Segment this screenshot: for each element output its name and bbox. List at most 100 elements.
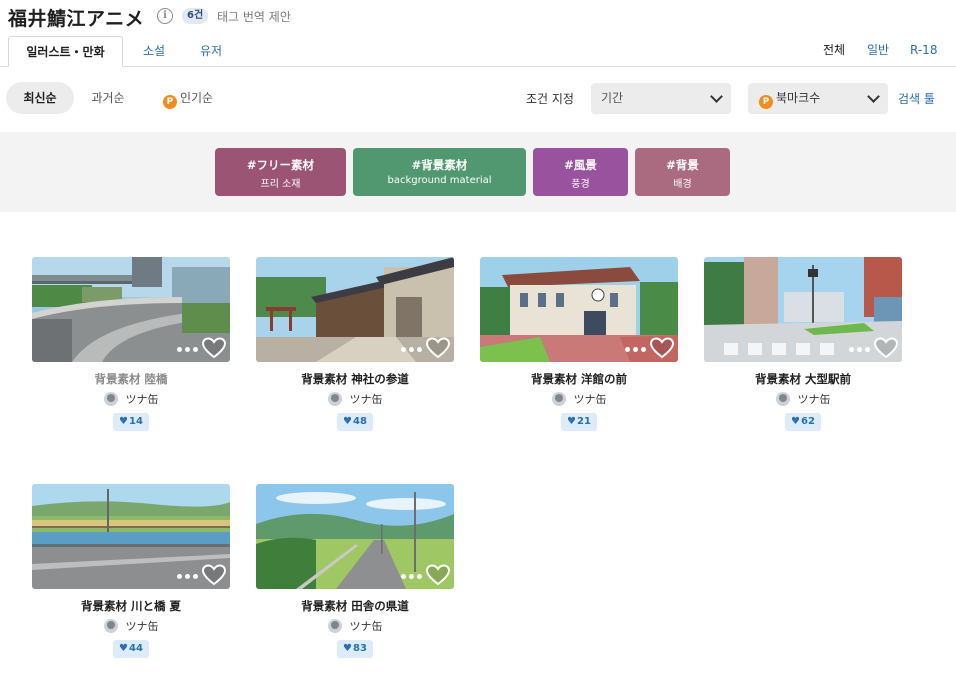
work-card: 背景素材 洋館の前 ツナ缶 ♥21	[480, 257, 678, 431]
work-title[interactable]: 背景素材 神社の参道	[256, 371, 454, 387]
like-count: 62	[801, 416, 815, 427]
work-thumbnail[interactable]	[256, 484, 454, 589]
heart-icon: ♥	[119, 643, 129, 654]
premium-icon: P	[162, 95, 177, 109]
avatar	[103, 392, 118, 406]
heart-icon: ♥	[119, 416, 129, 427]
related-tag-translation: background material	[387, 175, 492, 186]
avatar	[327, 619, 342, 633]
avatar	[327, 392, 342, 406]
related-tag-background[interactable]: #背景 배경	[635, 148, 730, 196]
heart-icon: ♥	[343, 643, 353, 654]
period-select-value: 기간	[601, 91, 624, 105]
heart-icon: ♥	[343, 416, 353, 427]
related-tag-name: #背景素材	[411, 158, 468, 172]
search-tool-link[interactable]: 검색 툴	[898, 90, 935, 107]
more-options-icon[interactable]	[401, 574, 422, 579]
more-options-icon[interactable]	[177, 574, 198, 579]
like-count-badge: ♥62	[785, 413, 821, 431]
author-name: ツナ缶	[349, 393, 383, 406]
suggest-translation-link[interactable]: 태그 번역 제안	[217, 8, 291, 25]
related-tag-name: #背景	[666, 158, 699, 172]
sort-latest-button[interactable]: 최신순	[6, 82, 74, 114]
author-name: ツナ缶	[349, 620, 383, 633]
sort-popular-label: 인기순	[179, 91, 214, 105]
bookmark-count-select[interactable]: P 북마크수	[748, 83, 888, 114]
related-tag-name: #風景	[564, 158, 597, 172]
sort-old-button[interactable]: 과거순	[88, 82, 128, 114]
more-options-icon[interactable]	[849, 347, 870, 352]
work-card: 背景素材 神社の参道 ツナ缶 ♥48	[256, 257, 454, 431]
heart-icon[interactable]	[426, 337, 450, 359]
rating-all[interactable]: 전체	[823, 36, 845, 67]
sort-row: 최신순 과거순 P 인기순 조건 지정 기간 P 북마크수 검색 툴	[0, 80, 956, 116]
more-options-icon[interactable]	[177, 347, 198, 352]
work-author[interactable]: ツナ缶	[480, 391, 678, 407]
like-count-badge: ♥48	[337, 413, 373, 431]
related-tag-free-material[interactable]: #フリー素材 프리 소재	[215, 148, 346, 196]
like-count: 44	[129, 643, 143, 654]
work-title[interactable]: 背景素材 洋館の前	[480, 371, 678, 387]
tab-user[interactable]: 유저	[199, 36, 223, 67]
related-tags-band: #フリー素材 프리 소재 #背景素材 background material #…	[0, 132, 956, 212]
related-tag-background-material[interactable]: #背景素材 background material	[353, 148, 526, 196]
heart-icon: ♥	[567, 416, 577, 427]
bookmark-select-value: 북마크수	[776, 91, 821, 105]
premium-icon: P	[759, 95, 773, 109]
author-name: ツナ缶	[125, 393, 159, 406]
related-tag-translation: 프리 소재	[260, 179, 301, 190]
chevron-down-icon	[710, 90, 723, 103]
sort-popular-button[interactable]: P 인기순	[158, 82, 218, 114]
page-header: 福井鯖江アニメ i 6건 태그 번역 제안	[0, 0, 956, 34]
work-title[interactable]: 背景素材 田舎の県道	[256, 598, 454, 614]
period-select[interactable]: 기간	[591, 83, 731, 114]
more-options-icon[interactable]	[401, 347, 422, 352]
heart-icon[interactable]	[426, 564, 450, 586]
work-thumbnail[interactable]	[256, 257, 454, 362]
related-tag-scenery[interactable]: #風景 풍경	[533, 148, 628, 196]
more-options-icon[interactable]	[625, 347, 646, 352]
work-thumbnail[interactable]	[480, 257, 678, 362]
heart-icon[interactable]	[202, 337, 226, 359]
work-thumbnail[interactable]	[704, 257, 902, 362]
work-title[interactable]: 背景素材 川と橋 夏	[32, 598, 230, 614]
related-tag-name: #フリー素材	[246, 158, 315, 172]
avatar	[775, 392, 790, 406]
tag-title: 福井鯖江アニメ	[8, 8, 145, 30]
like-count: 83	[353, 643, 367, 654]
work-thumbnail[interactable]	[32, 484, 230, 589]
work-card: 背景素材 川と橋 夏 ツナ缶 ♥44	[32, 484, 230, 658]
work-author[interactable]: ツナ缶	[256, 618, 454, 634]
info-icon[interactable]: i	[157, 8, 173, 24]
author-name: ツナ缶	[125, 620, 159, 633]
chevron-down-icon	[867, 90, 880, 103]
work-author[interactable]: ツナ缶	[32, 391, 230, 407]
like-count-badge: ♥83	[337, 640, 373, 658]
work-title[interactable]: 背景素材 大型駅前	[704, 371, 902, 387]
work-author[interactable]: ツナ缶	[704, 391, 902, 407]
work-title[interactable]: 背景素材 陸橋	[32, 371, 230, 387]
like-count: 48	[353, 416, 367, 427]
content-type-tabs: 일러스트・만화 소설 유저 전체 일반 R-18	[0, 36, 956, 67]
heart-icon[interactable]	[874, 337, 898, 359]
tab-novel[interactable]: 소설	[140, 36, 168, 67]
work-card: 背景素材 田舎の県道 ツナ缶 ♥83	[256, 484, 454, 658]
avatar	[551, 392, 566, 406]
like-count-badge: ♥21	[561, 413, 597, 431]
related-tag-translation: 배경	[673, 179, 692, 190]
condition-label: 조건 지정	[526, 92, 574, 106]
like-count: 14	[129, 416, 143, 427]
rating-r18[interactable]: R-18	[910, 36, 937, 67]
heart-icon[interactable]	[650, 337, 674, 359]
like-count-badge: ♥14	[113, 413, 149, 431]
avatar	[103, 619, 118, 633]
rating-general[interactable]: 일반	[867, 36, 889, 67]
work-count-badge: 6건	[182, 8, 209, 24]
work-card: 背景素材 大型駅前 ツナ缶 ♥62	[704, 257, 902, 431]
work-author[interactable]: ツナ缶	[256, 391, 454, 407]
work-thumbnail[interactable]	[32, 257, 230, 362]
heart-icon[interactable]	[202, 564, 226, 586]
work-author[interactable]: ツナ缶	[32, 618, 230, 634]
heart-icon: ♥	[791, 416, 801, 427]
tab-illust-manga[interactable]: 일러스트・만화	[8, 36, 123, 67]
